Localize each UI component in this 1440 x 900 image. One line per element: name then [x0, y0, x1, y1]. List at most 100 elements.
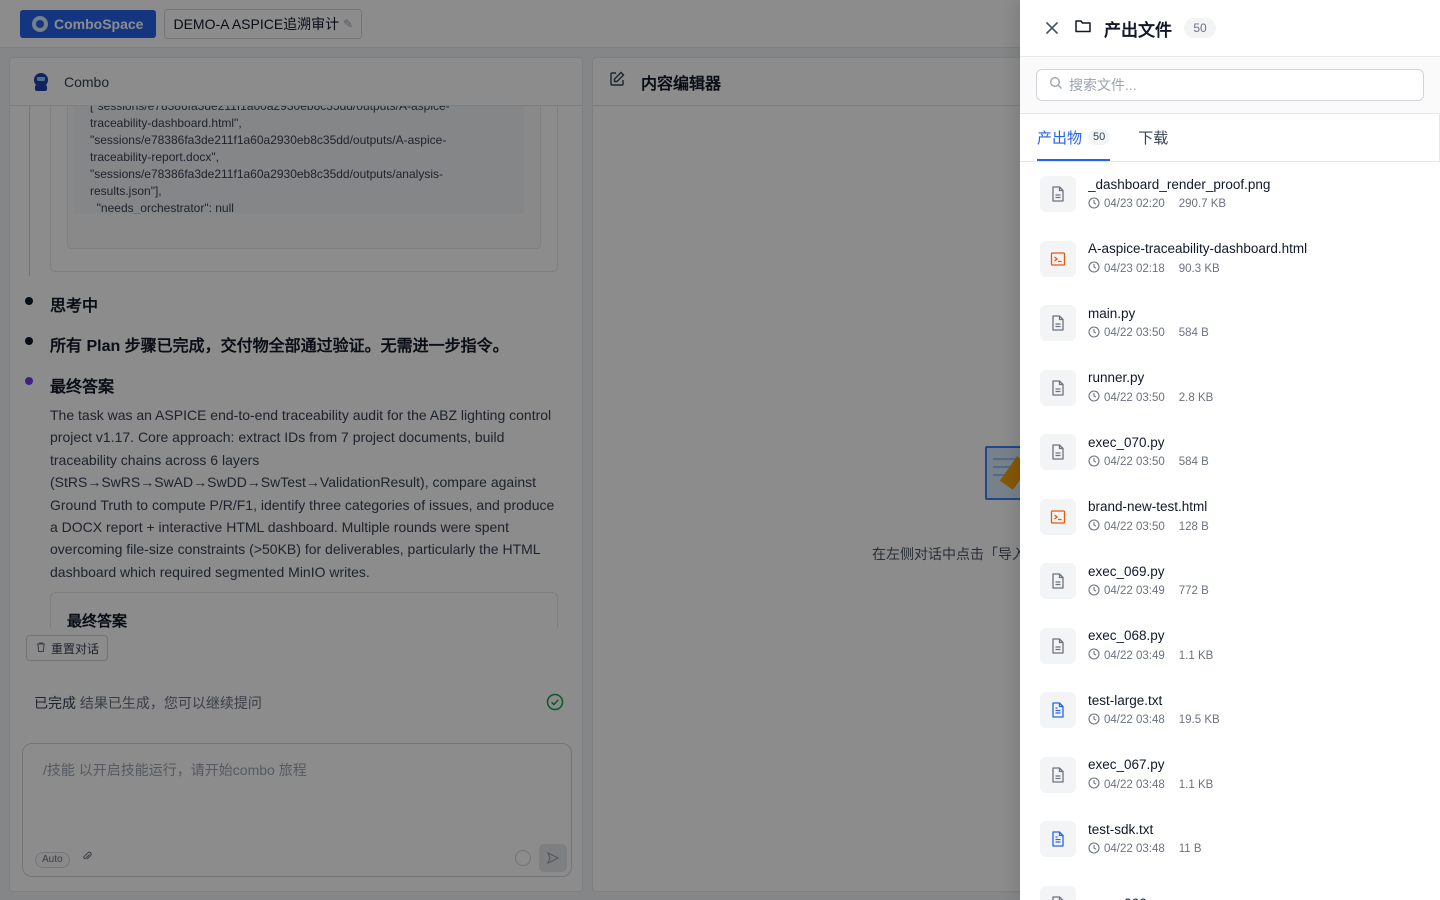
- file-time: 04/22 03:48: [1104, 714, 1165, 727]
- drawer-header: 产出文件 50: [1020, 0, 1440, 57]
- clock-icon: [1088, 197, 1100, 212]
- text-file-icon: [1040, 821, 1076, 858]
- clock-icon: [1088, 455, 1100, 470]
- file-sub-info: 04/22 03:49 772 B: [1088, 584, 1209, 599]
- file-sub-info: 04/23 02:18 90.3 KB: [1088, 261, 1307, 276]
- file-time: 04/23 02:20: [1104, 198, 1165, 211]
- file-size: 2.8 KB: [1178, 391, 1214, 404]
- file-meta: brand-new-test.html 04/22 03:50 128 B: [1088, 499, 1209, 534]
- file-name: A-aspice-traceability-dashboard.html: [1088, 241, 1308, 257]
- file-sub-info: 04/22 03:48 11 B: [1088, 842, 1202, 857]
- file-sub-info: 04/22 03:50 584 B: [1088, 455, 1209, 470]
- file-icon: [1040, 885, 1076, 900]
- file-size: 1.1 KB: [1178, 649, 1214, 662]
- clock-icon: [1088, 713, 1100, 728]
- file-time: 04/22 03:49: [1104, 649, 1165, 662]
- file-list-item[interactable]: A-aspice-traceability-dashboard.html 04/…: [1020, 227, 1440, 292]
- app-root: ComboSpace DEMO-A ASPICE追溯审计 ✎ Combo ["s…: [0, 0, 1440, 900]
- file-icon: [1040, 305, 1076, 342]
- file-meta: test-large.txt 04/22 03:48 19.5 KB: [1088, 693, 1220, 728]
- text-file-icon: [1040, 692, 1076, 729]
- file-meta: A-aspice-traceability-dashboard.html 04/…: [1088, 241, 1307, 276]
- tab-downloads[interactable]: 下载: [1138, 113, 1168, 161]
- file-name: exec_070.py: [1088, 434, 1165, 450]
- file-search-area: [1020, 57, 1440, 114]
- file-size: 128 B: [1178, 520, 1209, 533]
- clock-icon: [1088, 777, 1100, 792]
- file-icon: [1040, 369, 1076, 406]
- file-list-item[interactable]: test-sdk.txt 04/22 03:48 11 B: [1020, 807, 1440, 872]
- file-icon: [1040, 434, 1076, 471]
- file-time: 04/22 03:48: [1104, 843, 1165, 856]
- file-icon: [1040, 627, 1076, 664]
- tab-outputs-count: 50: [1088, 129, 1111, 145]
- file-size: 772 B: [1178, 585, 1209, 598]
- file-meta: exec_066.py: [1088, 896, 1165, 900]
- folder-icon: [1074, 17, 1092, 40]
- clock-icon: [1088, 261, 1100, 276]
- file-list-item[interactable]: main.py 04/22 03:50 584 B: [1020, 291, 1440, 356]
- file-size: 11 B: [1178, 843, 1202, 856]
- drawer-title: 产出文件: [1104, 20, 1172, 40]
- file-list-item[interactable]: exec_067.py 04/22 03:48 1.1 KB: [1020, 743, 1440, 808]
- file-name: _dashboard_render_proof.png: [1088, 176, 1271, 192]
- file-sub-info: 04/22 03:50 2.8 KB: [1088, 390, 1213, 405]
- file-name: brand-new-test.html: [1088, 499, 1208, 515]
- file-sub-info: 04/22 03:49 1.1 KB: [1088, 648, 1213, 663]
- drawer-tabs: 产出物 50 下载: [1020, 114, 1440, 162]
- file-time: 04/22 03:50: [1104, 456, 1165, 469]
- file-meta: exec_069.py 04/22 03:49 772 B: [1088, 564, 1209, 599]
- file-sub-info: 04/22 03:48 19.5 KB: [1088, 713, 1220, 728]
- clock-icon: [1088, 390, 1100, 405]
- file-icon: [1040, 176, 1076, 213]
- file-name: main.py: [1088, 305, 1136, 321]
- file-list-item[interactable]: exec_068.py 04/22 03:49 1.1 KB: [1020, 614, 1440, 679]
- file-meta: _dashboard_render_proof.png 04/23 02:20 …: [1088, 177, 1270, 212]
- close-icon[interactable]: [1042, 18, 1062, 38]
- file-time: 04/22 03:50: [1104, 520, 1165, 533]
- file-size: 19.5 KB: [1178, 714, 1220, 727]
- file-meta: runner.py 04/22 03:50 2.8 KB: [1088, 370, 1213, 405]
- file-list-item[interactable]: brand-new-test.html 04/22 03:50 128 B: [1020, 485, 1440, 550]
- file-search-input[interactable]: [1069, 77, 1409, 93]
- file-size: 1.1 KB: [1178, 778, 1214, 791]
- output-files-drawer: 产出文件 50 产出物 50 下载 _dashboard_render_proo…: [1020, 0, 1440, 900]
- tab-outputs[interactable]: 产出物 50: [1037, 113, 1111, 161]
- file-icon: [1040, 756, 1076, 793]
- file-count-badge: 50: [1184, 18, 1216, 38]
- file-search-box: [1036, 69, 1424, 101]
- file-sub-info: 04/23 02:20 290.7 KB: [1088, 197, 1270, 212]
- file-name: runner.py: [1088, 370, 1145, 386]
- clock-icon: [1088, 519, 1100, 534]
- file-name: exec_066.py: [1088, 896, 1165, 900]
- file-list-item[interactable]: _dashboard_render_proof.png 04/23 02:20 …: [1020, 162, 1440, 227]
- file-name: exec_067.py: [1088, 757, 1165, 773]
- file-size: 290.7 KB: [1178, 198, 1227, 211]
- clock-icon: [1088, 842, 1100, 857]
- file-name: exec_069.py: [1088, 563, 1165, 579]
- file-meta: main.py 04/22 03:50 584 B: [1088, 306, 1209, 341]
- file-list[interactable]: _dashboard_render_proof.png 04/23 02:20 …: [1020, 162, 1440, 900]
- clock-icon: [1088, 326, 1100, 341]
- file-size: 584 B: [1178, 456, 1209, 469]
- file-name: exec_068.py: [1088, 628, 1165, 644]
- file-meta: exec_068.py 04/22 03:49 1.1 KB: [1088, 628, 1213, 663]
- clock-icon: [1088, 584, 1100, 599]
- modal-overlay[interactable]: [0, 0, 1020, 900]
- file-list-item[interactable]: exec_069.py 04/22 03:49 772 B: [1020, 549, 1440, 614]
- file-size: 90.3 KB: [1178, 262, 1220, 275]
- file-sub-info: 04/22 03:50 584 B: [1088, 326, 1209, 341]
- file-list-item[interactable]: exec_070.py 04/22 03:50 584 B: [1020, 420, 1440, 485]
- file-meta: test-sdk.txt 04/22 03:48 11 B: [1088, 822, 1202, 857]
- terminal-file-icon: [1040, 498, 1076, 535]
- file-list-item[interactable]: runner.py 04/22 03:50 2.8 KB: [1020, 356, 1440, 421]
- file-time: 04/22 03:50: [1104, 327, 1165, 340]
- file-list-item[interactable]: test-large.txt 04/22 03:48 19.5 KB: [1020, 678, 1440, 743]
- file-sub-info: 04/22 03:50 128 B: [1088, 519, 1209, 534]
- terminal-file-icon: [1040, 240, 1076, 277]
- file-list-item[interactable]: exec_066.py: [1020, 872, 1440, 900]
- file-meta: exec_070.py 04/22 03:50 584 B: [1088, 435, 1209, 470]
- file-time: 04/22 03:48: [1104, 778, 1165, 791]
- file-time: 04/23 02:18: [1104, 262, 1165, 275]
- file-time: 04/22 03:49: [1104, 585, 1165, 598]
